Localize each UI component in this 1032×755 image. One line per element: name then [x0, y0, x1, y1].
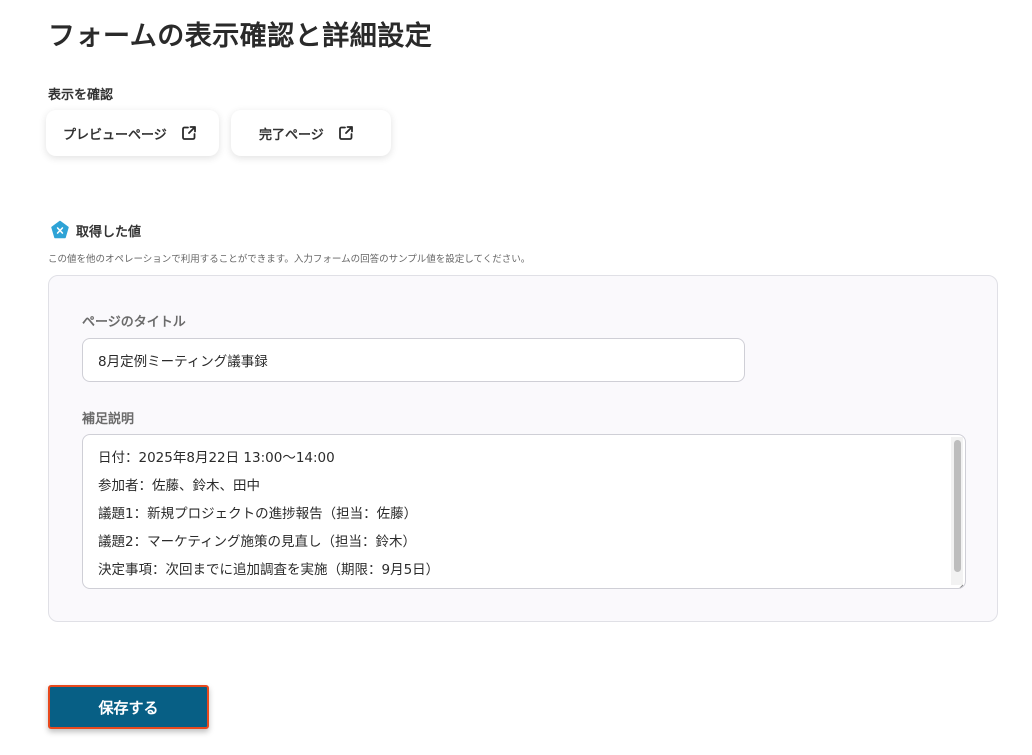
resize-handle-icon[interactable]: [954, 577, 964, 588]
external-link-icon: [181, 125, 197, 141]
note-textarea[interactable]: 日付：2025年8月22日 13:00〜14:00 参加者：佐藤、鈴木、田中 議…: [82, 434, 966, 589]
note-scrollbar[interactable]: [951, 437, 963, 585]
page-title-label: ページのタイトル: [82, 315, 186, 330]
page-title: フォームの表示確認と詳細設定: [48, 21, 433, 52]
values-title: 取得した値: [76, 224, 142, 240]
sample-values-panel: ページのタイトル 補足説明 日付：2025年8月22日 13:00〜14:00 …: [48, 275, 998, 622]
note-content: 日付：2025年8月22日 13:00〜14:00 参加者：佐藤、鈴木、田中 議…: [98, 444, 945, 584]
complete-page-label: 完了ページ: [259, 127, 324, 143]
preview-page-label: プレビューページ: [63, 127, 167, 143]
page-title-input[interactable]: [82, 338, 745, 382]
note-line: 議題1：新規プロジェクトの進捗報告（担当：佐藤）: [98, 506, 418, 522]
complete-page-button[interactable]: 完了ページ: [231, 110, 391, 156]
external-link-icon: [338, 125, 354, 141]
preview-section-label: 表示を確認: [48, 88, 114, 103]
preview-page-button[interactable]: プレビューページ: [46, 110, 219, 156]
note-line: 参加者：佐藤、鈴木、田中: [98, 478, 260, 494]
note-line: 議題2：マーケティング施策の見直し（担当：鈴木）: [98, 534, 417, 550]
values-description: この値を他のオペレーションで利用することができます。入力フォームの回答のサンプル…: [48, 254, 531, 265]
note-line: 日付：2025年8月22日 13:00〜14:00: [98, 450, 335, 466]
variable-badge-icon: [50, 220, 70, 240]
save-button[interactable]: 保存する: [48, 685, 209, 729]
values-header: 取得した値: [50, 220, 141, 240]
note-label: 補足説明: [82, 412, 135, 427]
note-scrollbar-thumb[interactable]: [954, 440, 961, 572]
note-line: 決定事項：次回までに追加調査を実施（期限：9月5日）: [98, 562, 440, 578]
